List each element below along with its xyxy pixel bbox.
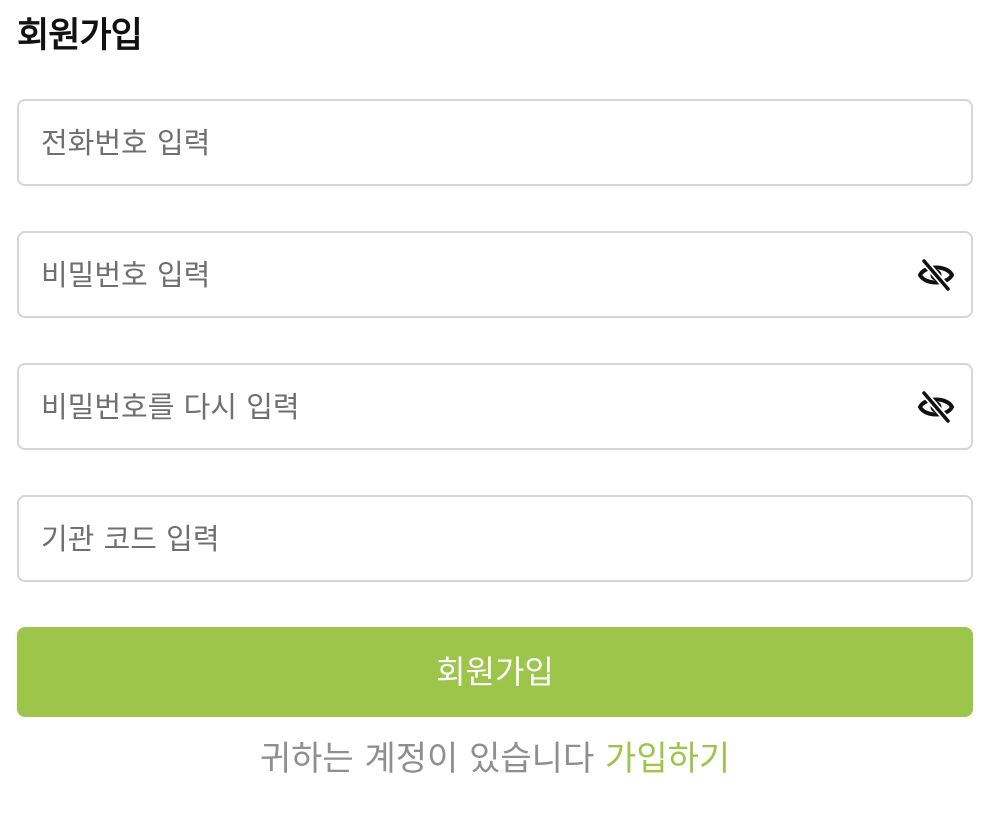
eye-off-icon[interactable] [918,257,954,292]
footer-link[interactable]: 가입하기 [605,739,730,779]
org-code-field-box [17,495,973,582]
page-title: 회원가입 [17,16,143,56]
footer-prompt: 귀하는 계정이 있습니다 가입하기 [0,734,990,784]
password-input[interactable] [19,233,971,316]
password-confirm-field-box [17,363,973,450]
phone-input[interactable] [19,101,971,184]
footer-text: 귀하는 계정이 있습니다 [259,739,595,779]
eye-off-icon[interactable] [918,389,954,424]
password-confirm-input[interactable] [19,365,971,448]
org-code-input[interactable] [19,497,971,580]
password-field-box [17,231,973,318]
signup-button[interactable]: 회원가입 [17,627,973,717]
phone-field-box [17,99,973,186]
